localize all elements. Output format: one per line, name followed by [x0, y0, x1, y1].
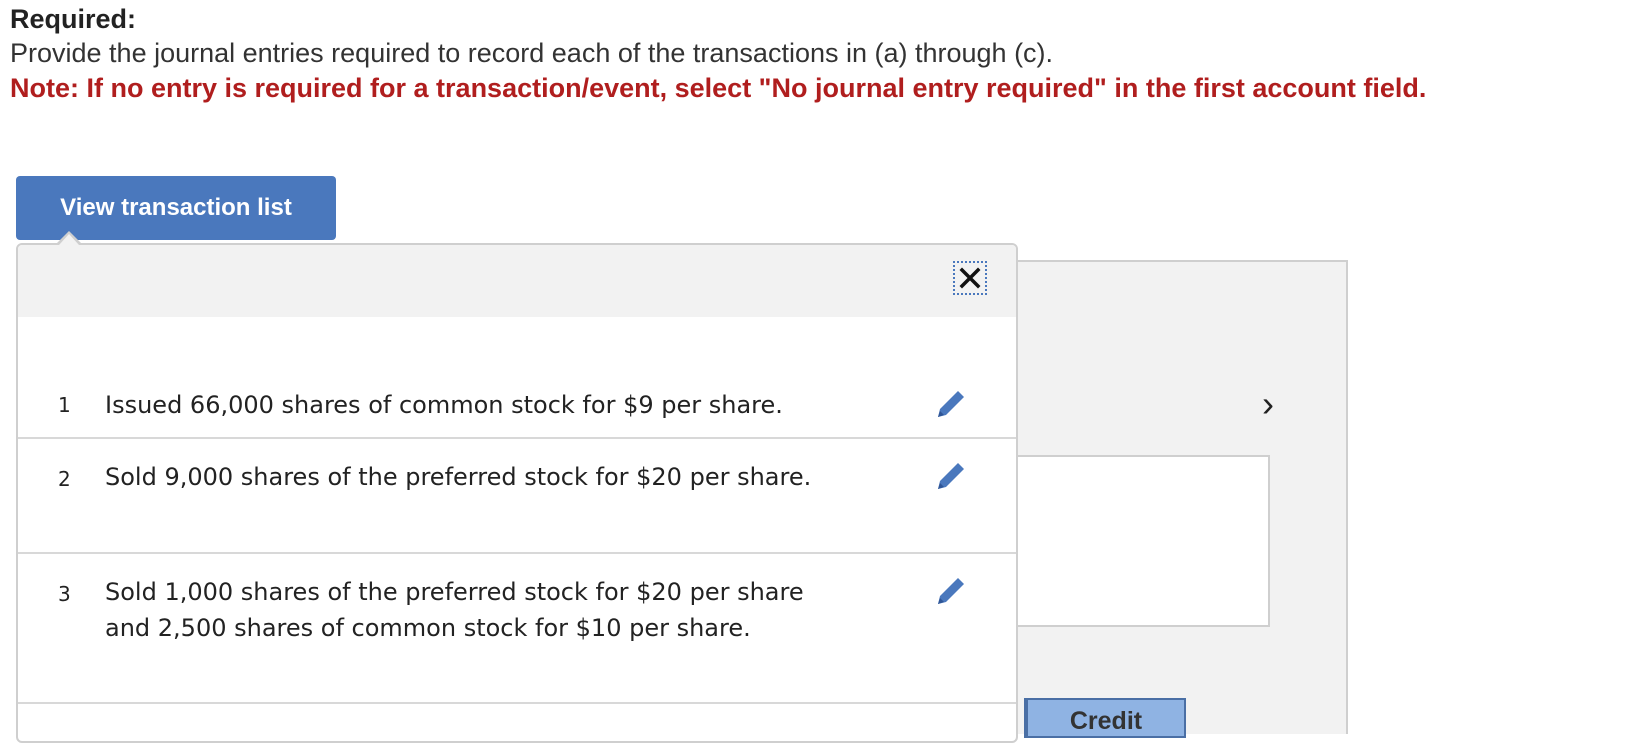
popup-pointer-fill — [59, 234, 79, 245]
transaction-number: 1 — [58, 393, 71, 417]
next-chevron-icon[interactable]: › — [1262, 386, 1274, 422]
transaction-row — [18, 702, 1016, 741]
pencil-icon[interactable] — [934, 459, 968, 493]
close-button[interactable] — [953, 261, 987, 295]
popup-header — [18, 245, 1016, 317]
required-heading: Required: — [10, 4, 137, 34]
transaction-row: 2 Sold 9,000 shares of the preferred sto… — [18, 437, 1016, 552]
transaction-number: 3 — [58, 582, 71, 606]
note-text: Note: If no entry is required for a tran… — [10, 73, 1427, 103]
pencil-icon[interactable] — [934, 387, 968, 421]
journal-entry-box — [1015, 455, 1270, 627]
transaction-row: 3 Sold 1,000 shares of the preferred sto… — [18, 552, 1016, 702]
instructions-text: Provide the journal entries required to … — [10, 38, 1054, 68]
transaction-list-popup: 1 Issued 66,000 shares of common stock f… — [16, 243, 1018, 743]
credit-column-header[interactable]: Credit — [1024, 698, 1186, 738]
transaction-text: Sold 1,000 shares of the preferred stock… — [105, 578, 804, 642]
close-icon — [959, 267, 981, 289]
transaction-number: 2 — [58, 467, 71, 491]
pencil-icon[interactable] — [934, 574, 968, 608]
transaction-text: Sold 9,000 shares of the preferred stock… — [105, 463, 812, 491]
transaction-text: Issued 66,000 shares of common stock for… — [105, 391, 783, 419]
transaction-row: 1 Issued 66,000 shares of common stock f… — [18, 365, 1016, 437]
